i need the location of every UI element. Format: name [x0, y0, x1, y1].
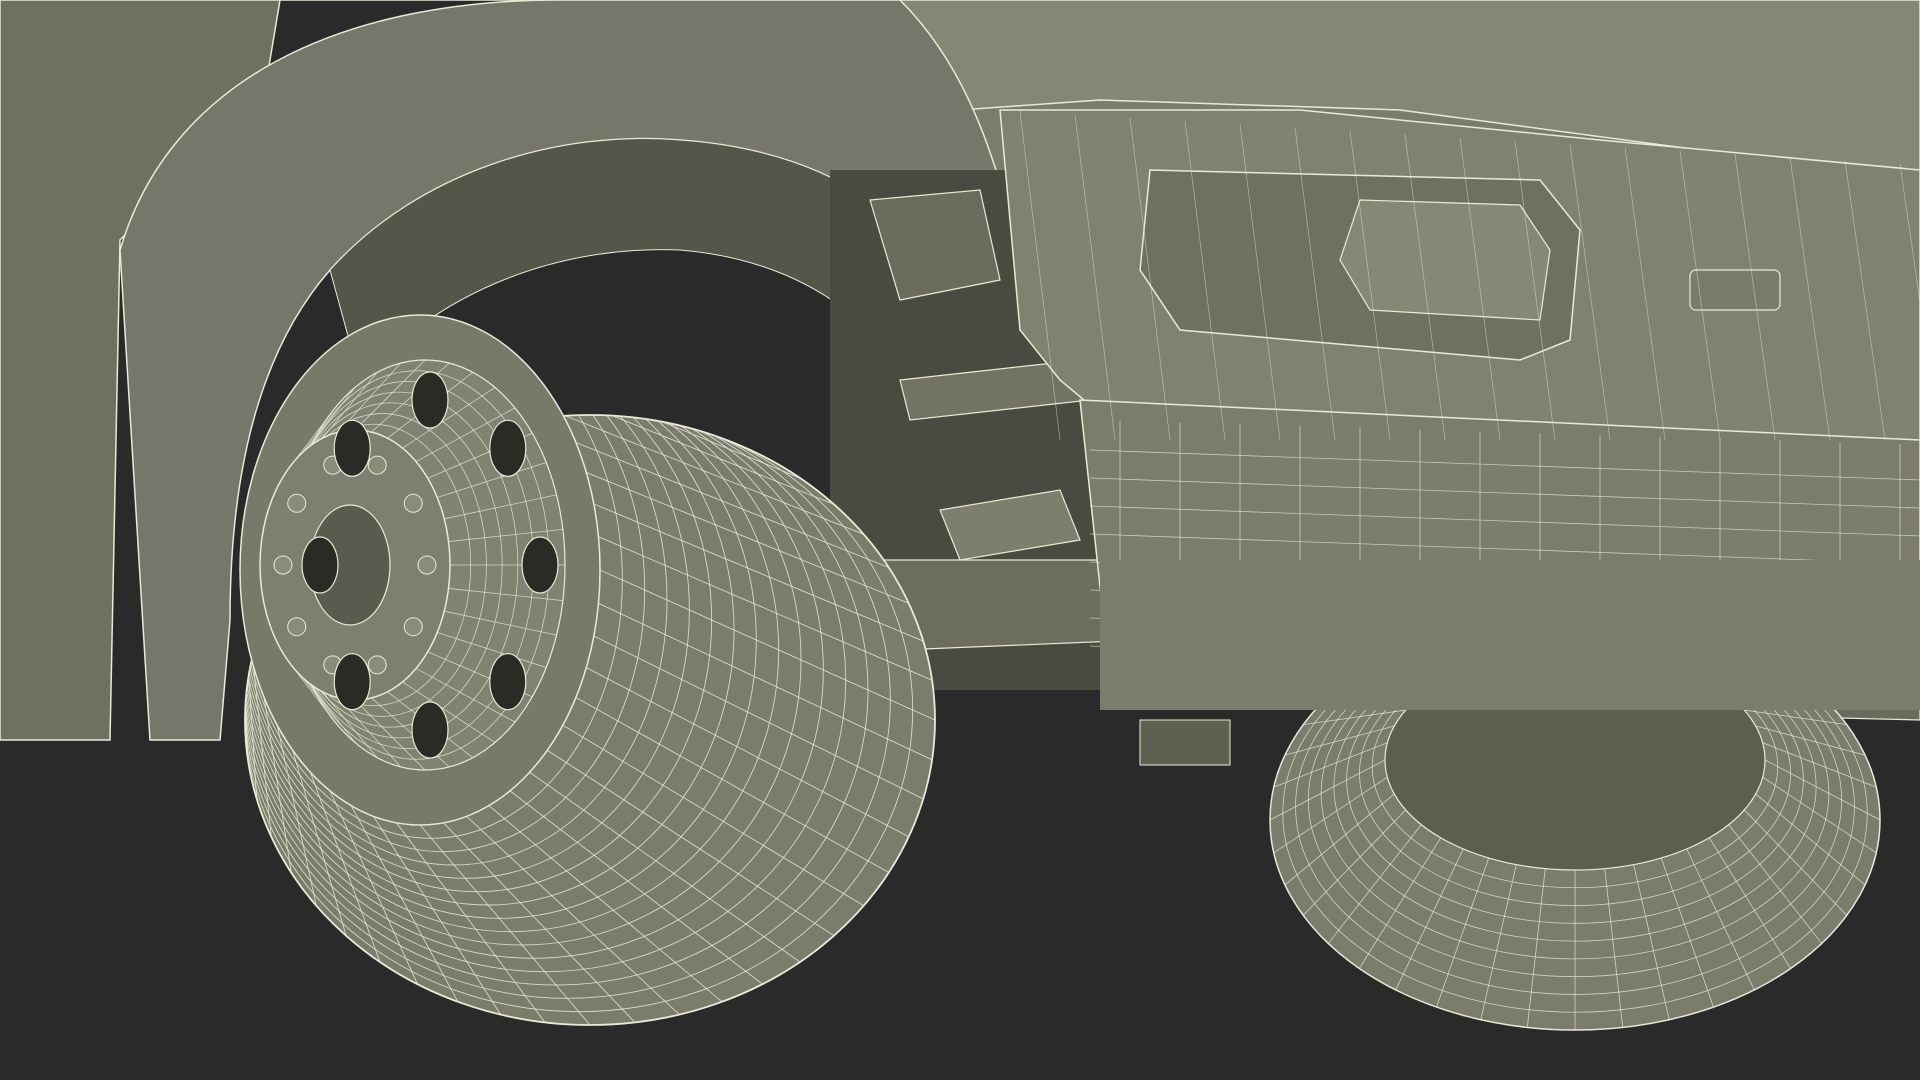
lug-nut	[287, 493, 307, 513]
rear-wheel-mask	[1100, 560, 1920, 710]
rim-hole	[301, 536, 339, 594]
lug-nut	[367, 455, 387, 475]
rim-hole	[333, 653, 371, 711]
bumper-bracket	[1139, 719, 1231, 766]
fog-light-lens	[1339, 199, 1551, 321]
rim-hole	[411, 701, 449, 759]
rim-hole	[489, 419, 527, 477]
lug-nut	[273, 555, 293, 575]
rim-hole	[489, 653, 527, 711]
lug-nut	[403, 617, 423, 637]
lug-nut	[403, 493, 423, 513]
lug-nut	[287, 617, 307, 637]
lug-nut	[367, 655, 387, 675]
wireframe-scene	[0, 0, 1920, 1080]
rim-hole	[521, 536, 559, 594]
render-viewport	[0, 0, 1920, 1080]
rim-hole	[411, 371, 449, 429]
lug-nut	[417, 555, 437, 575]
tow-hook	[1689, 269, 1781, 311]
rim-hole	[333, 419, 371, 477]
